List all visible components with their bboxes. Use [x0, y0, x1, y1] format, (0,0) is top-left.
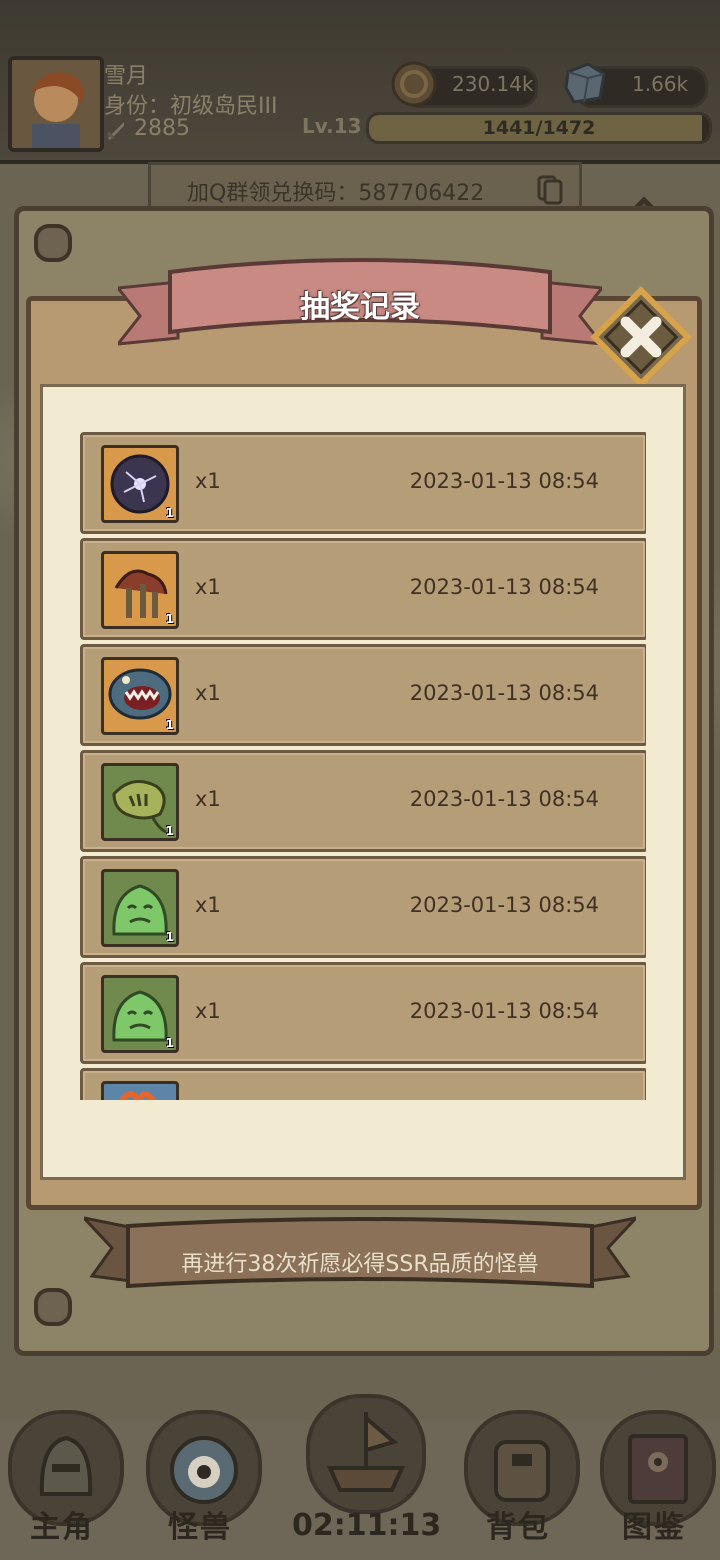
- level-label: Lv.13: [302, 114, 362, 138]
- record-time: 2023-01-13 08:54: [409, 681, 599, 705]
- record-item-icon[interactable]: 1: [101, 869, 179, 947]
- nav-bag[interactable]: 背包: [458, 1410, 580, 1550]
- record-row: 1 x1 2023-01-13 08:54: [80, 432, 646, 534]
- nav-ship-circle: [306, 1394, 426, 1514]
- record-item-icon[interactable]: 1: [101, 551, 179, 629]
- xp-text: 1441/1472: [482, 117, 596, 139]
- record-item-icon[interactable]: 1: [101, 657, 179, 735]
- event-timer: 02:11:13: [292, 1508, 442, 1543]
- record-row: 1 x1 2023-01-13 08:54: [80, 750, 646, 852]
- top-pin-icon: [34, 224, 72, 262]
- item-count-badge: 1: [165, 612, 174, 626]
- record-row: 1 x1 2023-01-13 08:54: [80, 538, 646, 640]
- item-count-badge: 1: [165, 824, 174, 838]
- item-count-badge: 1: [165, 1036, 174, 1050]
- player-name: 雪月: [104, 64, 149, 89]
- top-status-bar: 雪月 身份：初级岛民III 2885 230.14k 1.66k Lv.13 1…: [0, 0, 720, 164]
- player-rank: 身份：初级岛民III: [104, 94, 278, 119]
- record-time: 2023-01-13 08:54: [409, 787, 599, 811]
- nav-atlas-label: 图鉴: [622, 1510, 686, 1545]
- stone-amount: 1.66k: [632, 72, 689, 96]
- record-time: 2023-01-13 08:54: [409, 575, 599, 599]
- gold-amount: 230.14k: [452, 72, 534, 96]
- record-qty: x1: [195, 787, 221, 811]
- nav-monster[interactable]: 怪兽: [140, 1410, 262, 1550]
- flame-creature-icon: [118, 1091, 157, 1100]
- record-list[interactable]: 1 x1 2023-01-13 08:54 1 x1 2023-01-13 08…: [80, 424, 646, 1100]
- close-button[interactable]: [586, 282, 696, 392]
- record-time: 2023-01-13 08:54: [409, 999, 599, 1023]
- record-time: 2023-01-13 08:54: [409, 893, 599, 917]
- ship-icon: [326, 1412, 406, 1492]
- combat-power: 2885: [134, 116, 190, 141]
- record-qty: x1: [195, 575, 221, 599]
- record-row-partial: [80, 1068, 646, 1100]
- pity-counter-text: 再进行38次祈愿必得SSR品质的怪兽: [181, 1252, 539, 1277]
- record-qty: x1: [195, 469, 221, 493]
- record-qty: x1: [195, 999, 221, 1023]
- copy-icon[interactable]: [537, 175, 563, 205]
- record-row: 1 x1 2023-01-13 08:54: [80, 644, 646, 746]
- crystal-stone-icon: [564, 62, 606, 104]
- record-qty: x1: [195, 681, 221, 705]
- gold-coin-icon: [391, 61, 437, 107]
- bottom-pin-icon: [34, 1288, 72, 1326]
- nav-atlas[interactable]: 图鉴: [594, 1410, 716, 1550]
- item-count-badge: 1: [165, 930, 174, 944]
- player-avatar[interactable]: [8, 56, 104, 152]
- record-item-icon-partial[interactable]: [101, 1081, 179, 1100]
- nav-bag-label: 背包: [486, 1510, 550, 1545]
- item-count-badge: 1: [165, 506, 174, 520]
- record-item-icon[interactable]: 1: [101, 763, 179, 841]
- nav-hero[interactable]: 主角: [2, 1410, 124, 1550]
- item-count-badge: 1: [165, 718, 174, 732]
- record-item-icon[interactable]: 1: [101, 445, 179, 523]
- xp-bar: 1441/1472: [366, 112, 712, 144]
- record-row: 1 x1 2023-01-13 08:54: [80, 962, 646, 1064]
- record-time: 2023-01-13 08:54: [409, 469, 599, 493]
- record-item-icon[interactable]: 1: [101, 975, 179, 1053]
- record-row: 1 x1 2023-01-13 08:54: [80, 856, 646, 958]
- sword-icon: [106, 122, 124, 140]
- nav-hero-label: 主角: [30, 1510, 94, 1545]
- nav-monster-label: 怪兽: [168, 1510, 232, 1545]
- record-qty: x1: [195, 893, 221, 917]
- redeem-code-text: 加Q群领兑换码：587706422: [187, 181, 485, 206]
